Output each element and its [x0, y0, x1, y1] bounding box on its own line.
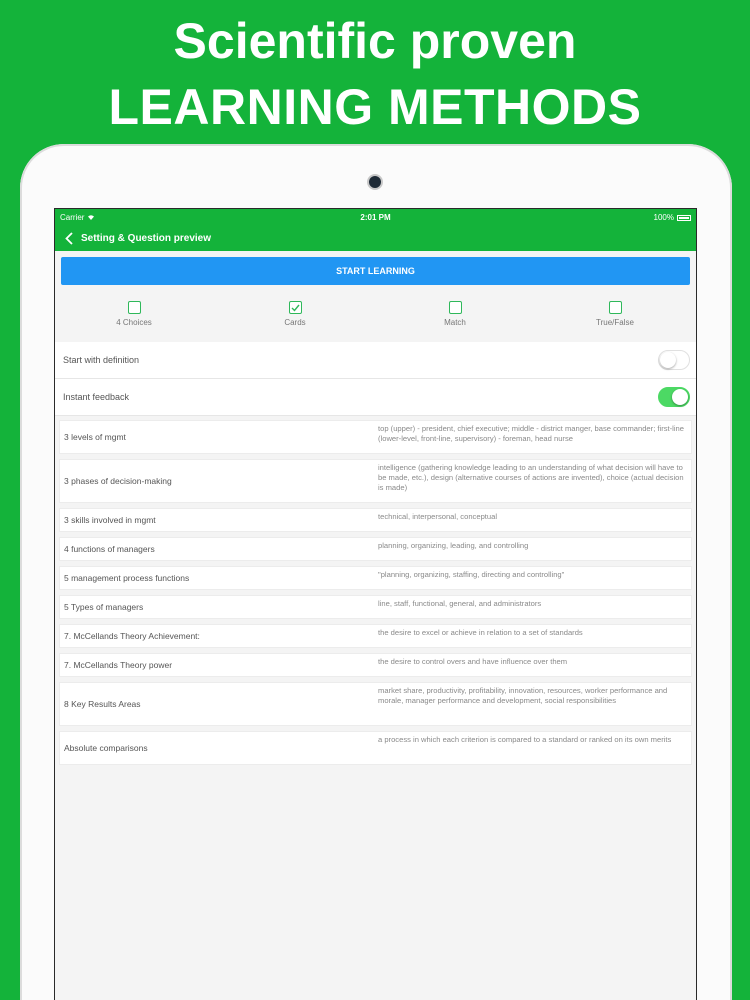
mode-label: True/False: [596, 318, 634, 327]
card-definition: a process in which each criterion is com…: [378, 735, 672, 744]
battery-indicator: 100%: [654, 213, 691, 222]
card-definition: "planning, organizing, staffing, directi…: [378, 570, 565, 579]
card-term: 3 phases of decision-making: [64, 476, 172, 486]
status-time: 2:01 PM: [360, 213, 391, 222]
list-item[interactable]: 4 functions of managers planning, organi…: [59, 537, 692, 561]
mode-checkbox[interactable]: [608, 301, 622, 314]
card-term: 3 levels of mgmt: [64, 432, 126, 442]
mode-label: 4 Choices: [116, 318, 152, 327]
mode-checkbox[interactable]: [127, 301, 141, 314]
card-definition: planning, organizing, leading, and contr…: [378, 541, 529, 550]
setting-instant-feedback: Instant feedback: [55, 379, 696, 416]
navigation-bar: Setting & Question preview: [55, 225, 696, 251]
card-term: 4 functions of managers: [64, 544, 155, 554]
card-term: Absolute comparisons: [64, 743, 148, 753]
mode-label: Match: [444, 318, 466, 327]
mode-true-false[interactable]: True/False: [555, 301, 675, 327]
start-learning-button[interactable]: START LEARNING: [61, 257, 690, 285]
list-item[interactable]: Absolute comparisons a process in which …: [59, 731, 692, 765]
card-definition: the desire to control overs and have inf…: [378, 657, 568, 666]
list-item[interactable]: 3 phases of decision-making intelligence…: [59, 459, 692, 503]
card-term: 7. McCellands Theory Achievement:: [64, 631, 200, 641]
mode-checkbox[interactable]: [448, 301, 462, 314]
mode-label: Cards: [284, 318, 306, 327]
battery-icon: [677, 214, 691, 221]
list-item[interactable]: 3 levels of mgmt top (upper) - president…: [59, 420, 692, 454]
list-item[interactable]: 7. McCellands Theory power the desire to…: [59, 653, 692, 677]
card-definition: intelligence (gathering knowledge leadin…: [378, 463, 684, 493]
battery-percent: 100%: [653, 213, 674, 222]
card-term: 8 Key Results Areas: [64, 699, 141, 709]
mode-checkbox-checked[interactable]: [288, 301, 302, 314]
card-definition: the desire to excel or achieve in relati…: [378, 628, 583, 637]
mode-match[interactable]: Match: [395, 301, 515, 327]
card-definition: market share, productivity, profitabilit…: [378, 686, 668, 706]
promo-headline-line1: Scientific proven: [173, 13, 577, 69]
learning-mode-selector: 4 Choices Cards Match True/False: [55, 301, 696, 341]
instant-feedback-toggle[interactable]: [658, 387, 690, 407]
list-item[interactable]: 5 Types of managers line, staff, functio…: [59, 595, 692, 619]
card-term: 7. McCellands Theory power: [64, 660, 173, 670]
card-term: 5 management process functions: [64, 573, 190, 583]
list-item[interactable]: 8 Key Results Areas market share, produc…: [59, 682, 692, 726]
start-with-definition-toggle[interactable]: [658, 350, 690, 370]
mode-4-choices[interactable]: 4 Choices: [74, 301, 194, 327]
status-bar: Carrier 2:01 PM 100%: [55, 209, 696, 225]
setting-label: Instant feedback: [63, 392, 130, 402]
list-item[interactable]: 3 skills involved in mgmt technical, int…: [59, 508, 692, 532]
card-definition: technical, interpersonal, conceptual: [378, 512, 498, 521]
setting-label: Start with definition: [63, 355, 140, 365]
card-term: 3 skills involved in mgmt: [64, 515, 156, 525]
back-chevron-icon[interactable]: [61, 228, 77, 248]
app-screen: Carrier 2:01 PM 100% Setting & Question …: [54, 208, 697, 1000]
list-item[interactable]: 7. McCellands Theory Achievement: the de…: [59, 624, 692, 648]
promo-headline-line2: LEARNING METHODS: [108, 79, 642, 135]
card-term: 5 Types of managers: [64, 602, 144, 612]
checkmark-icon: [291, 304, 300, 312]
page-title: Setting & Question preview: [81, 232, 212, 244]
card-definition: line, staff, functional, general, and ad…: [378, 599, 542, 608]
card-definition: top (upper) - president, chief executive…: [378, 424, 684, 444]
question-preview-list: 3 levels of mgmt top (upper) - president…: [59, 420, 692, 770]
list-item[interactable]: 5 management process functions "planning…: [59, 566, 692, 590]
mode-cards[interactable]: Cards: [235, 301, 355, 327]
setting-start-with-definition: Start with definition: [55, 342, 696, 379]
camera-icon: [369, 176, 381, 188]
